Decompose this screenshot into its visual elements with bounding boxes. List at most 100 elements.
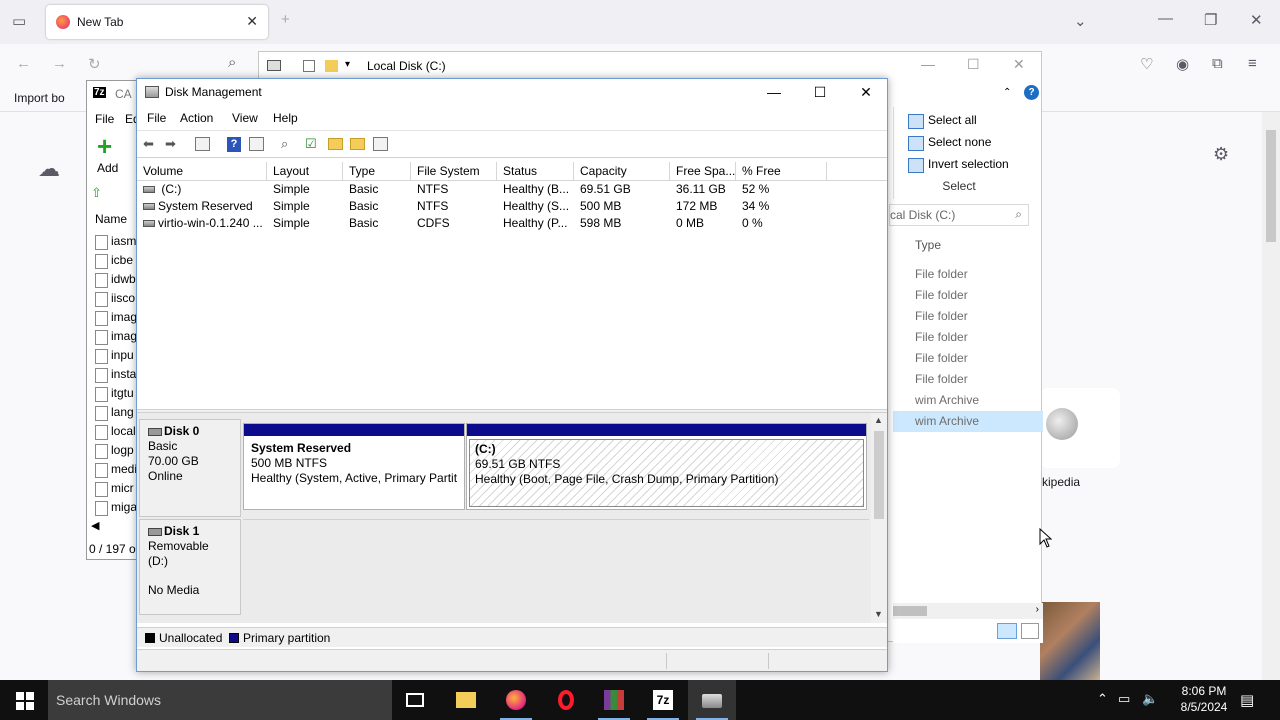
taskbar-disk-management[interactable] <box>688 680 736 720</box>
check-icon[interactable]: ☑ <box>305 136 317 152</box>
add-icon[interactable]: + <box>97 133 112 159</box>
scroll-up-icon[interactable]: ▲ <box>874 415 883 425</box>
list-item[interactable]: icbe <box>93 251 137 270</box>
maximize-button[interactable]: ☐ <box>797 79 843 107</box>
minimize-button[interactable]: — <box>751 79 797 107</box>
properties-icon[interactable] <box>303 60 315 72</box>
scrollbar-thumb[interactable] <box>874 431 884 519</box>
select-all-button[interactable]: Select all <box>908 113 977 129</box>
column-volume[interactable]: Volume <box>137 162 267 181</box>
list-item[interactable]: local <box>93 422 137 441</box>
list-item[interactable]: micr <box>93 479 137 498</box>
up-folder-icon[interactable]: ⇧ <box>91 185 102 201</box>
pocket-icon[interactable]: ♡ <box>1140 55 1153 73</box>
table-row[interactable]: File folder <box>893 327 1043 348</box>
menu-action[interactable]: Action <box>180 111 213 125</box>
list-item[interactable]: insta <box>93 365 137 384</box>
new-folder-icon[interactable] <box>325 60 338 72</box>
help-icon[interactable]: ? <box>1024 85 1039 100</box>
close-button[interactable]: ✕ <box>843 79 889 107</box>
restore-icon[interactable]: ❐ <box>1204 11 1217 29</box>
tab-list-icon[interactable]: ▭ <box>12 12 26 30</box>
table-row[interactable]: File folder <box>893 348 1043 369</box>
table-row[interactable]: File folder <box>893 306 1043 327</box>
connect-icon[interactable]: ⌕ <box>281 136 288 152</box>
list-item[interactable]: lang <box>93 403 137 422</box>
close-icon[interactable]: ✕ <box>1013 56 1025 73</box>
table-row[interactable]: File folder <box>893 264 1043 285</box>
table-row[interactable]: (C:) Simple Basic NTFS Healthy (B... 69.… <box>137 181 887 198</box>
folder-up-icon[interactable] <box>328 138 343 150</box>
help-icon[interactable]: ? <box>227 137 241 152</box>
close-window-icon[interactable]: ✕ <box>1250 11 1263 29</box>
minimize-icon[interactable]: — <box>921 56 935 72</box>
show-hidden-icons-icon[interactable]: ⌃ <box>1097 691 1108 707</box>
account-icon[interactable]: ◉ <box>1176 55 1189 73</box>
large-icons-view-icon[interactable] <box>1021 623 1039 639</box>
start-button[interactable] <box>0 680 48 720</box>
column-type[interactable]: Type <box>915 238 941 252</box>
search-input[interactable]: cal Disk (C:) ⌕ <box>889 204 1029 226</box>
show-hide-console-tree-icon[interactable] <box>195 137 210 151</box>
notifications-icon[interactable]: ▤ <box>1240 691 1254 709</box>
disk1-label[interactable]: Disk 1 Removable (D:) No Media <box>139 519 241 615</box>
qat-dropdown-icon[interactable]: ▾ <box>345 59 350 70</box>
forward-icon[interactable]: ➡ <box>165 136 176 152</box>
list-item[interactable]: miga <box>93 498 137 517</box>
forward-icon[interactable]: → <box>52 55 67 72</box>
list-item[interactable]: logp <box>93 441 137 460</box>
search-icon[interactable]: ⌕ <box>1015 207 1022 222</box>
list-item[interactable]: iisco <box>93 289 137 308</box>
scroll-right-icon[interactable]: › <box>1036 604 1039 615</box>
ribbon-collapse-icon[interactable]: ⌃ <box>1003 87 1011 98</box>
invert-selection-button[interactable]: Invert selection <box>908 157 1009 173</box>
taskbar-search[interactable]: Search Windows <box>48 680 392 720</box>
graphical-view-scrollbar[interactable]: ▲ ▼ <box>871 413 887 623</box>
minimize-icon[interactable]: — <box>1158 10 1173 27</box>
taskbar-winrar[interactable] <box>590 680 638 720</box>
scroll-left-icon[interactable]: ◀ <box>91 519 99 532</box>
properties-icon[interactable] <box>373 137 388 151</box>
7zip-menu-file[interactable]: File <box>95 112 114 126</box>
search-icon[interactable]: ⌕ <box>228 54 236 71</box>
list-view-icon[interactable] <box>249 137 264 151</box>
table-row[interactable]: File folder <box>893 285 1043 306</box>
table-row[interactable]: wim Archive <box>893 390 1043 411</box>
list-item[interactable]: imag <box>93 327 137 346</box>
column-status[interactable]: Status <box>497 162 574 181</box>
disk0-label[interactable]: Disk 0 Basic 70.00 GB Online <box>139 419 241 517</box>
column-type[interactable]: Type <box>343 162 411 181</box>
task-view-button[interactable] <box>392 680 440 720</box>
gear-icon[interactable]: ⚙ <box>1213 144 1229 165</box>
details-view-icon[interactable] <box>997 623 1017 639</box>
select-none-button[interactable]: Select none <box>908 135 991 151</box>
list-item[interactable]: idwb <box>93 270 137 289</box>
taskbar-7zip[interactable]: 7z <box>639 680 687 720</box>
list-item[interactable]: inpu <box>93 346 137 365</box>
horizontal-scrollbar[interactable]: › <box>893 603 1043 619</box>
taskbar-firefox[interactable] <box>492 680 540 720</box>
scrollbar-thumb[interactable] <box>1266 130 1276 242</box>
page-scrollbar[interactable] <box>1262 112 1280 680</box>
reload-icon[interactable]: ↻ <box>88 55 101 73</box>
menu-file[interactable]: File <box>147 111 166 125</box>
extensions-icon[interactable]: ⧉ <box>1212 55 1223 72</box>
partition-system-reserved[interactable]: System Reserved 500 MB NTFS Healthy (Sys… <box>243 423 465 510</box>
column-percent-free[interactable]: % Free <box>736 162 827 181</box>
list-item[interactable]: medi <box>93 460 137 479</box>
7zip-column-name[interactable]: Name <box>95 212 127 226</box>
scrollbar-thumb[interactable] <box>893 606 927 616</box>
close-tab-icon[interactable]: ✕ <box>246 13 258 30</box>
chevron-down-icon[interactable]: ⌄ <box>1074 12 1087 30</box>
table-row[interactable]: wim Archive <box>893 411 1043 432</box>
list-item[interactable]: imag <box>93 308 137 327</box>
7zip-add-button[interactable]: Add <box>97 161 118 175</box>
import-bookmarks-link[interactable]: Import bo <box>14 91 65 105</box>
volume-muted-icon[interactable]: 🔈 <box>1142 691 1158 707</box>
menu-icon[interactable]: ≡ <box>1248 55 1257 72</box>
menu-view[interactable]: View <box>232 111 258 125</box>
back-icon[interactable]: ⬅ <box>143 136 154 152</box>
tab-new-tab[interactable]: New Tab ✕ <box>46 5 268 39</box>
taskbar-file-explorer[interactable] <box>442 680 490 720</box>
table-row[interactable]: File folder <box>893 369 1043 390</box>
